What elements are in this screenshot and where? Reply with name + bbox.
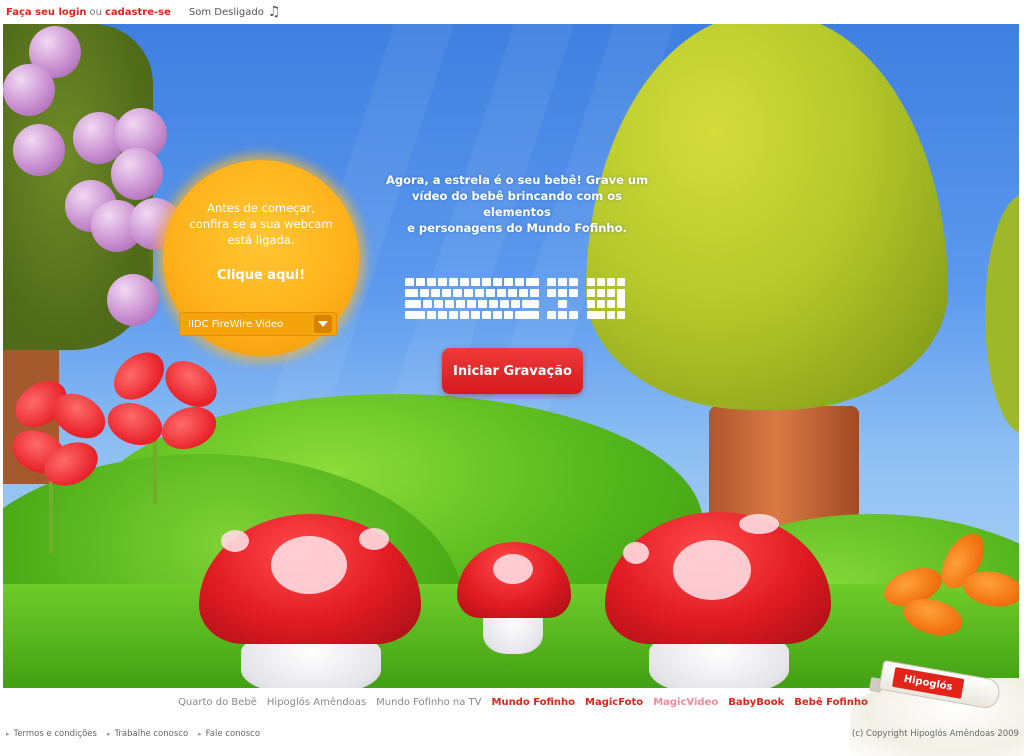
footer-nav-item[interactable]: Mundo Fofinho — [492, 697, 576, 715]
contact-link[interactable]: ▸ Fale conosco — [198, 729, 260, 739]
footer-nav-item[interactable]: Mundo Fofinho na TV — [376, 697, 481, 715]
footer-nav-item[interactable]: Bebê Fofinho — [794, 697, 868, 715]
tree-right-edge — [985, 194, 1019, 434]
intro-line: Agora, a estrela é o seu bebê! Grave um — [385, 173, 649, 187]
flower-stem — [153, 434, 157, 504]
grape — [107, 274, 159, 326]
or-text: ou — [89, 6, 102, 18]
footer-nav-item[interactable]: MagicFoto — [585, 697, 643, 715]
intro-text: Agora, a estrela é o seu bebê! Grave um … — [377, 172, 657, 236]
login-link[interactable]: Faça seu login — [6, 7, 87, 18]
footer-links: ▸ Termos e condições ▸ Trabalhe conosco ▸ F… — [6, 729, 260, 739]
mushroom-small — [457, 542, 571, 654]
scene-stage: Antes de começar, confira se a sua webca… — [3, 24, 1019, 688]
footer-nav: Quarto do Bebê Hipoglós Amêndoas Mundo Fof… — [0, 697, 1024, 715]
keyboard-icon — [405, 278, 625, 319]
mushroom-left — [199, 514, 421, 688]
flower-petal — [104, 342, 174, 410]
sound-toggle[interactable]: Som Desligado ♫ — [189, 4, 281, 20]
webcam-notice-text: Antes de começar, confira se a sua webca… — [181, 200, 341, 248]
webcam-device-value: IIDC FireWire Video — [188, 318, 284, 330]
webcam-device-select[interactable]: IIDC FireWire Video — [179, 312, 337, 336]
footer-nav-item[interactable]: Quarto do Bebê — [178, 697, 257, 715]
webcam-notice-line: está ligada. — [227, 233, 295, 247]
sound-label: Som Desligado — [188, 6, 264, 18]
grape — [3, 64, 55, 116]
start-recording-button[interactable]: Iniciar Gravação — [442, 348, 583, 394]
intro-line: e personagens do Mundo Fofinho. — [407, 221, 627, 235]
terms-link[interactable]: ▸ Termos e condições — [6, 729, 97, 739]
footer-nav-item[interactable]: BabyBook — [728, 697, 784, 715]
grape — [111, 148, 163, 200]
footer-nav-item[interactable]: Hipoglós Amêndoas — [267, 697, 366, 715]
top-bar: Faça seu login ou cadastre-se Som Deslig… — [0, 0, 1024, 24]
mushroom-right — [605, 512, 831, 688]
jobs-link[interactable]: ▸ Trabalhe conosco — [107, 729, 188, 739]
webcam-click-here-link[interactable]: Clique aqui! — [181, 268, 341, 283]
webcam-notice-line: Antes de começar, — [207, 201, 315, 215]
footer-nav-item[interactable]: MagicVideo — [653, 697, 718, 715]
chevron-down-icon[interactable] — [314, 315, 332, 333]
webcam-notice-line: confira se a sua webcam — [189, 217, 333, 231]
grape — [13, 124, 65, 176]
copyright-text: (c) Copyright Hipoglós Amêndoas 2009 — [852, 729, 1019, 739]
signup-link[interactable]: cadastre-se — [105, 7, 171, 18]
music-note-icon: ♫ — [267, 4, 281, 20]
intro-line: vídeo do bebê brincando com os elementos — [412, 189, 622, 219]
